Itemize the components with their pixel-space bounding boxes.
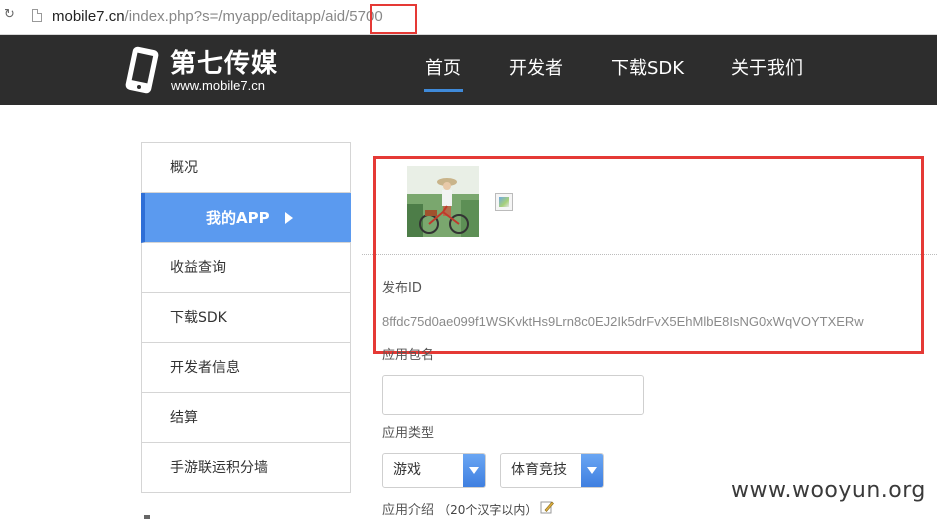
watermark-text: www.wooyun.org [731,478,926,503]
logo-name[interactable]: 第七传媒 [170,49,278,79]
sidebar-item-my-app[interactable]: 我的APP [141,193,351,243]
app-intro-note: （20个汉字以内） [438,503,538,517]
reload-icon[interactable]: ↻ [4,8,16,21]
app-subtype-select[interactable]: 体育竞技 [500,453,604,488]
nav-download-sdk[interactable]: 下载SDK [611,57,684,81]
nav-about-us[interactable]: 关于我们 [731,57,803,81]
app-subtype-selected: 体育竞技 [511,462,567,478]
sidebar-item-settlement[interactable]: 结算 [142,393,350,443]
chevron-down-icon[interactable] [581,454,603,487]
package-name-input[interactable] [382,375,644,415]
sidebar-item-label: 结算 [170,410,198,426]
sidebar: 概况 我的APP 收益查询 下载SDK 开发者信息 结算 手游联运积分墙 [141,142,351,493]
app-type-select[interactable]: 游戏 [382,453,486,488]
sidebar-item-label: 手游联运积分墙 [170,460,268,476]
sidebar-partial-marker [144,515,150,519]
url-text[interactable]: mobile7.cn/index.php?s=/myapp/editapp/ai… [52,7,383,27]
browser-address-bar[interactable]: ↻ mobile7.cn/index.php?s=/myapp/editapp/… [0,0,937,35]
sidebar-item-label: 下载SDK [170,310,227,326]
nav-developer[interactable]: 开发者 [509,57,563,81]
sidebar-item-overview[interactable]: 概况 [142,143,350,193]
app-intro-label: 应用介绍 （20个汉字以内） [382,502,537,519]
sidebar-item-label: 我的APP [206,209,270,227]
page-icon [32,9,42,22]
site-header: 第七传媒 www.mobile7.cn 首页 开发者 下载SDK 关于我们 [0,35,937,105]
app-type-label: 应用类型 [382,426,435,441]
sidebar-item-developer-info[interactable]: 开发者信息 [142,343,350,393]
url-id-highlight-box [370,4,417,34]
nav-home[interactable]: 首页 [425,57,461,81]
publish-id-highlight-box [373,156,924,354]
url-path: /index.php?s=/myapp/editapp/aid/ [124,8,350,25]
app-type-selected: 游戏 [393,462,421,478]
sidebar-item-label: 收益查询 [170,260,226,276]
sidebar-item-earnings[interactable]: 收益查询 [142,243,350,293]
package-name-label: 应用包名 [382,348,435,363]
sidebar-item-label: 开发者信息 [170,360,240,376]
chevron-down-icon[interactable] [463,454,485,487]
pencil-icon[interactable] [540,500,554,514]
triangle-right-icon [285,212,293,224]
nav-active-indicator [424,89,463,92]
app-intro-label-text: 应用介绍 [382,503,435,518]
sidebar-item-game-offerwall[interactable]: 手游联运积分墙 [142,443,350,493]
logo-icon[interactable] [123,46,161,94]
url-host: mobile7.cn [52,8,125,25]
sidebar-item-download-sdk[interactable]: 下载SDK [142,293,350,343]
logo-domain: www.mobile7.cn [171,78,265,93]
sidebar-item-label: 概况 [170,160,198,176]
